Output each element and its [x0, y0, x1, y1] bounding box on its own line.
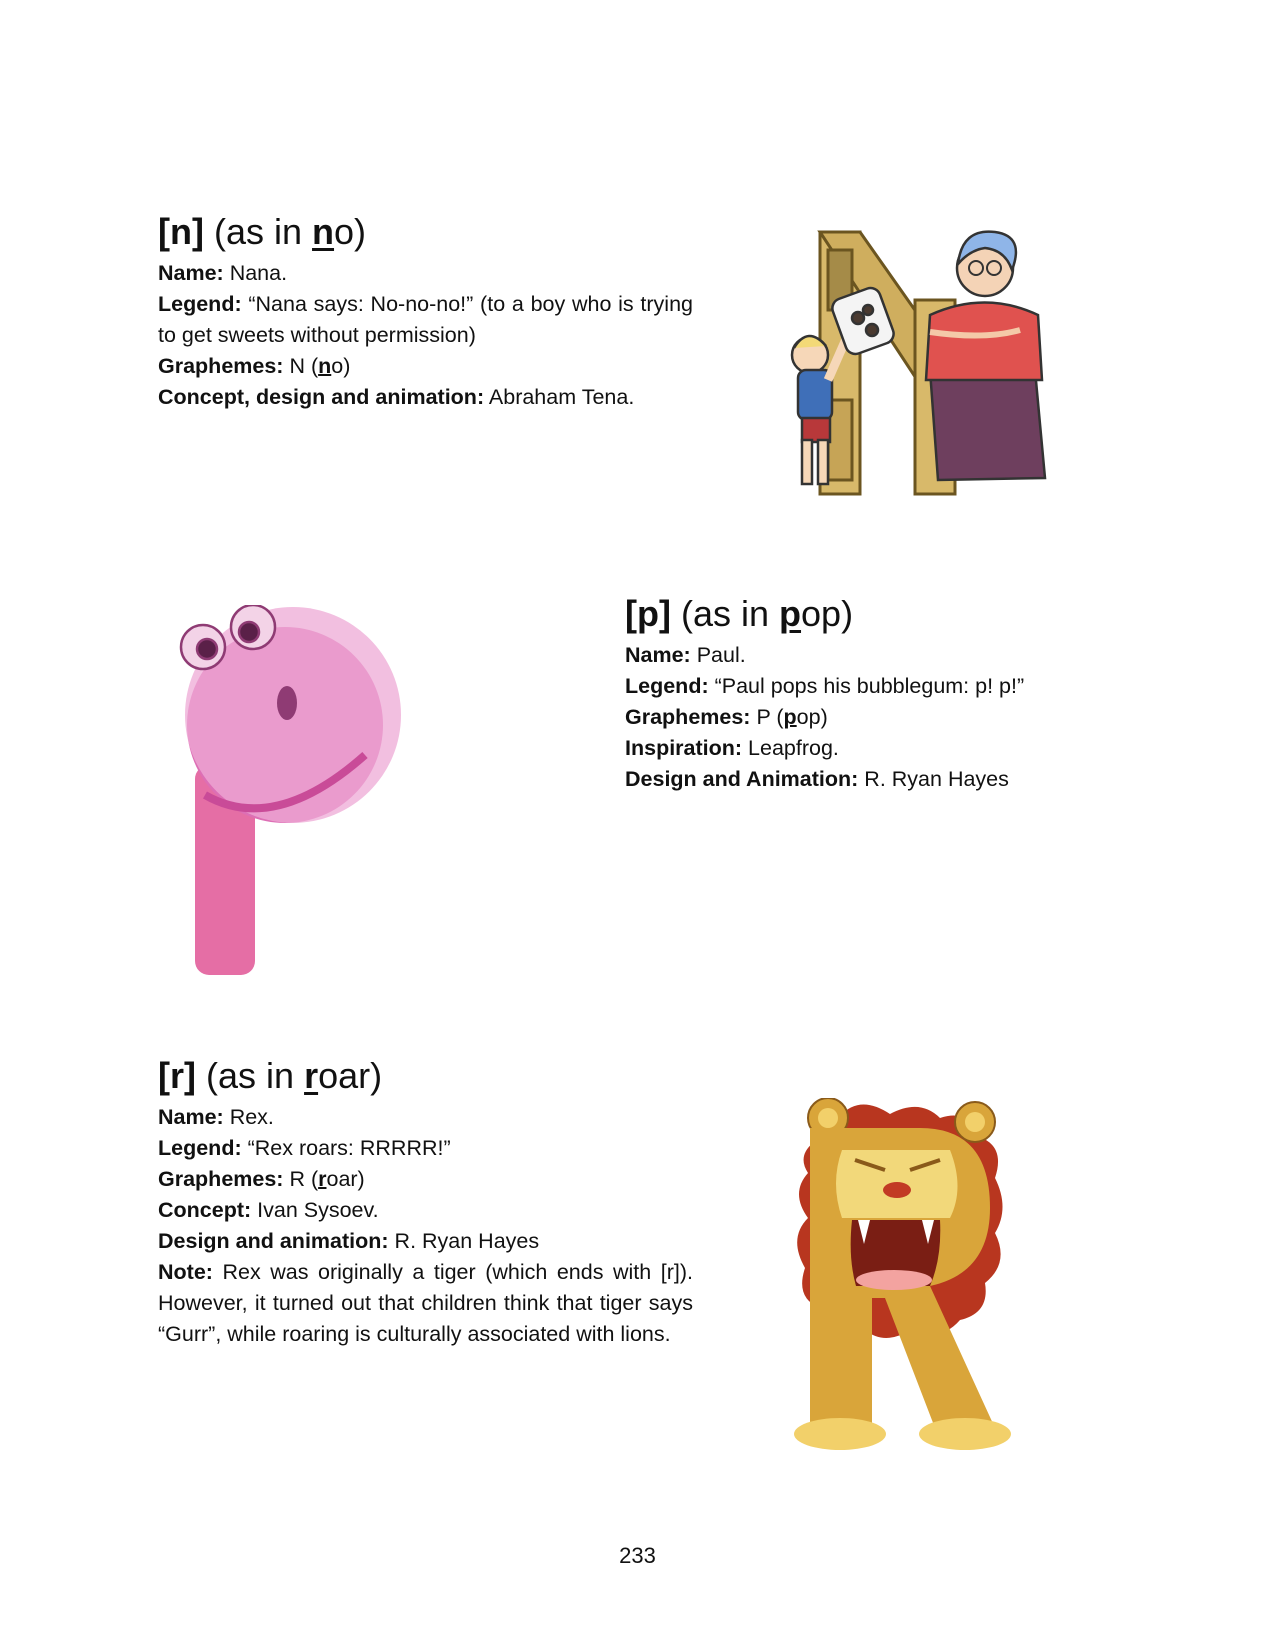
- legend-row: Legend: “Nana says: No-no-no!” (to a boy…: [158, 292, 693, 347]
- lion-paws: [794, 1418, 1011, 1450]
- name-row: Name: Rex.: [158, 1105, 274, 1129]
- section-p: [p] (as in pop) Name: Paul. Legend: “Pau…: [625, 592, 1145, 795]
- page-number: 233: [619, 1543, 656, 1568]
- heading-n: [n] (as in no): [158, 210, 693, 254]
- credits-row: Concept, design and animation: Abraham T…: [158, 385, 635, 409]
- example-word: (as in roar): [206, 1055, 383, 1096]
- section-r: [r] (as in roar) Name: Rex. Legend: “Rex…: [158, 1054, 693, 1350]
- legend-row: Legend: “Rex roars: RRRRR!”: [158, 1136, 451, 1160]
- section-n: [n] (as in no) Name: Nana. Legend: “Nana…: [158, 210, 693, 413]
- phoneme-symbol: [p]: [625, 593, 671, 634]
- paul-nostril: [277, 686, 297, 720]
- nana-figure: [924, 230, 1047, 482]
- name-row: Name: Nana.: [158, 261, 288, 285]
- heading-r: [r] (as in roar): [158, 1054, 693, 1098]
- concept-row: Concept: Ivan Sysoev.: [158, 1198, 379, 1222]
- name-row: Name: Paul.: [625, 643, 746, 667]
- note-row: Note: Rex was originally a tiger (which …: [158, 1260, 693, 1346]
- phoneme-symbol: [n]: [158, 211, 204, 252]
- credits-row: Design and Animation: R. Ryan Hayes: [625, 767, 1009, 791]
- heading-p: [p] (as in pop): [625, 592, 1145, 636]
- graphemes-row: Graphemes: R (roar): [158, 1167, 365, 1191]
- paul-illustration: [179, 605, 401, 975]
- example-word: (as in no): [213, 211, 367, 252]
- phoneme-symbol: [r]: [158, 1055, 196, 1096]
- example-word: (as in pop): [680, 593, 854, 634]
- inspiration-row: Inspiration: Leapfrog.: [625, 736, 839, 760]
- graphemes-row: Graphemes: P (pop): [625, 705, 828, 729]
- legend-row: Legend: “Paul pops his bubblegum: p! p!”: [625, 674, 1025, 698]
- lion-nose: [883, 1182, 911, 1198]
- rex-illustration: [794, 1098, 1011, 1450]
- graphemes-row: Graphemes: N (no): [158, 354, 351, 378]
- credits-row: Design and animation: R. Ryan Hayes: [158, 1229, 540, 1253]
- nana-illustration: [790, 230, 1047, 496]
